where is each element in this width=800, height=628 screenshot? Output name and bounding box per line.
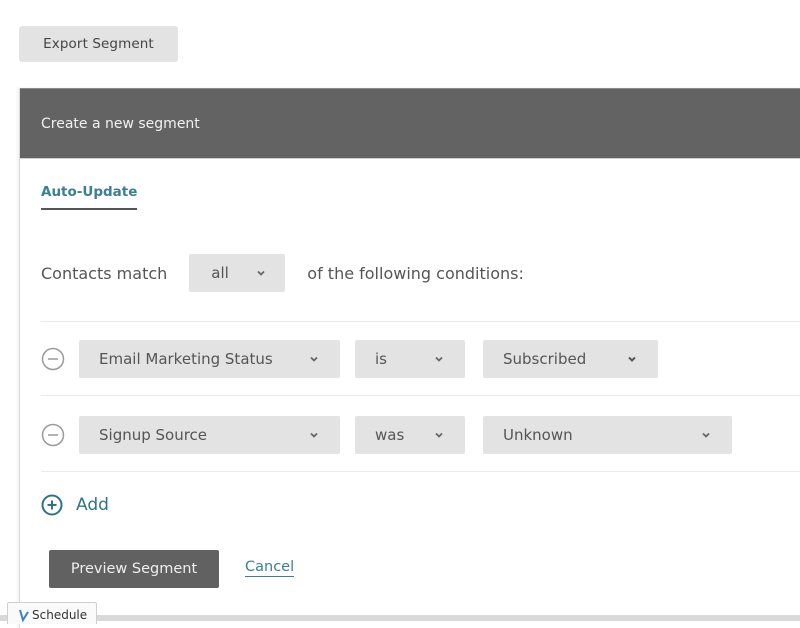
match-row: Contacts match all of the following cond… [41,254,524,292]
match-mode-value: all [211,264,229,282]
chevron-down-icon [702,432,710,438]
condition-row: Signup Source was Unknown [41,416,800,454]
condition-operator-select[interactable]: is [355,340,465,378]
condition-row: Email Marketing Status is Subscribed [41,340,800,378]
condition-field-select[interactable]: Signup Source [79,416,340,454]
tab-auto-update[interactable]: Auto-Update [41,184,138,210]
preview-segment-button[interactable]: Preview Segment [49,550,219,588]
condition-operator-select[interactable]: was [355,416,465,454]
schedule-tab-label: Schedule [32,608,88,622]
condition-operator-value: was [375,426,405,444]
chevron-down-icon [310,432,318,438]
chevron-down-icon [435,432,443,438]
match-prefix-label: Contacts match [41,263,168,283]
divider [41,321,800,322]
condition-field-value: Signup Source [99,426,208,444]
schedule-icon [19,609,29,622]
condition-value-select[interactable]: Unknown [483,416,732,454]
create-segment-panel: Create a new segment Auto-Update Contact… [19,88,800,628]
condition-value-select[interactable]: Subscribed [483,340,658,378]
match-suffix-label: of the following conditions: [307,263,524,283]
condition-value: Subscribed [503,350,587,368]
condition-value: Unknown [503,426,573,444]
bottom-bar [0,615,800,621]
remove-condition-icon[interactable] [41,347,65,371]
export-segment-button[interactable]: Export Segment [19,26,178,62]
condition-operator-value: is [375,350,387,368]
add-circle-icon [41,494,63,516]
remove-condition-icon[interactable] [41,423,65,447]
chevron-down-icon [435,356,443,362]
condition-field-select[interactable]: Email Marketing Status [79,340,340,378]
match-mode-select[interactable]: all [189,254,286,292]
divider [41,471,800,472]
panel-title: Create a new segment [41,116,200,132]
cancel-link[interactable]: Cancel [245,559,295,577]
chevron-down-icon [310,356,318,362]
condition-field-value: Email Marketing Status [99,350,273,368]
panel-header: Create a new segment [20,88,800,159]
divider [41,395,800,396]
chevron-down-icon [628,356,636,362]
chevron-down-icon [257,270,265,276]
add-condition-button[interactable]: Add [41,494,109,516]
add-label: Add [76,495,109,515]
